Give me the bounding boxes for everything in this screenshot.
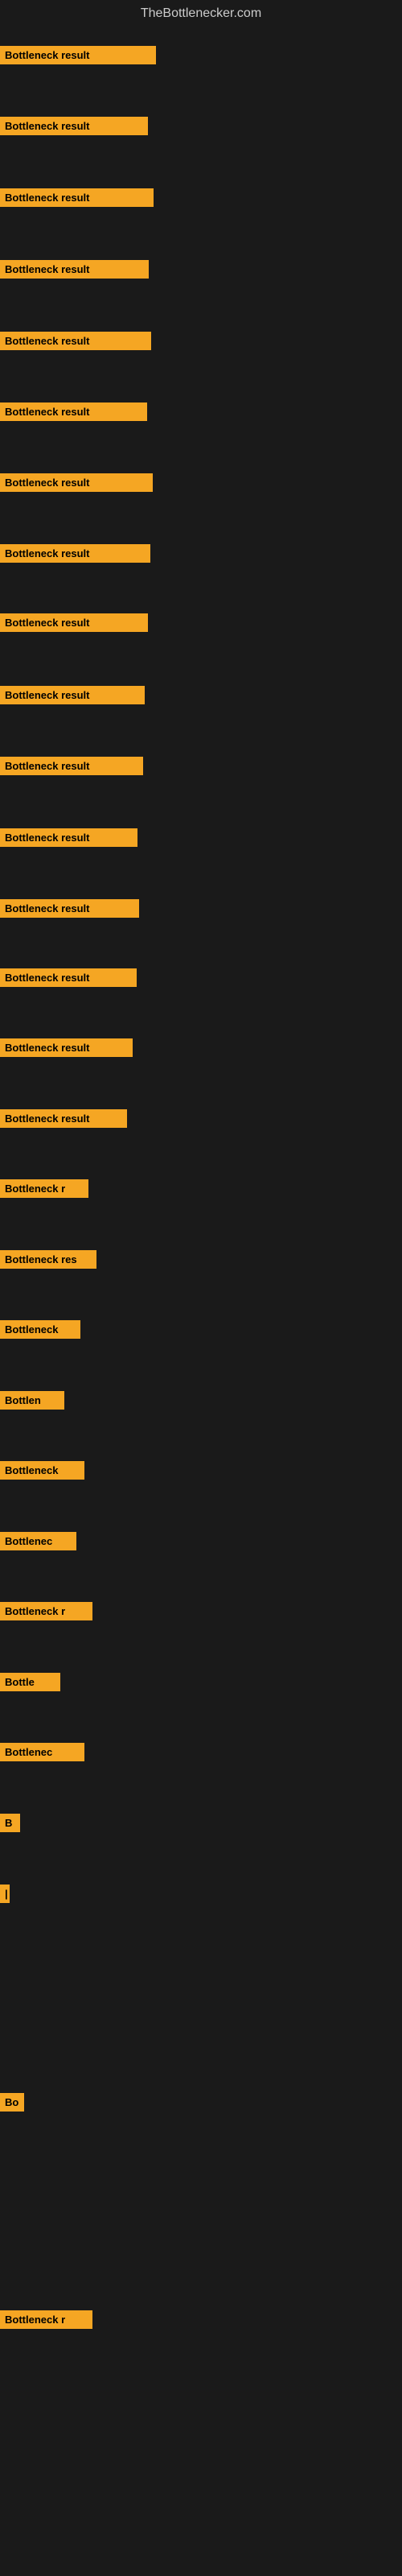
site-title: TheBottlenecker.com <box>0 0 402 27</box>
bottleneck-result-item: Bottleneck result <box>0 968 137 987</box>
bottleneck-result-item: Bottleneck result <box>0 260 149 279</box>
bottleneck-result-item: Bottleneck result <box>0 686 145 704</box>
bottleneck-result-item: Bottlenec <box>0 1532 76 1550</box>
bottleneck-result-item: Bottleneck result <box>0 402 147 421</box>
bottleneck-result-item: Bottleneck result <box>0 188 154 207</box>
bottleneck-result-item: Bottleneck result <box>0 544 150 563</box>
bottleneck-result-item: Bottleneck result <box>0 828 137 847</box>
bottleneck-result-item: Bottleneck result <box>0 473 153 492</box>
bottleneck-result-item: Bottleneck r <box>0 1179 88 1198</box>
bottleneck-result-item: Bottleneck result <box>0 332 151 350</box>
bottleneck-result-item: Bottleneck res <box>0 1250 96 1269</box>
bottleneck-result-item: Bottleneck <box>0 1461 84 1480</box>
bottleneck-result-item: Bottleneck result <box>0 117 148 135</box>
bottleneck-result-item: Bo <box>0 2093 24 2112</box>
bottleneck-result-item: Bottleneck result <box>0 46 156 64</box>
bottleneck-result-item: Bottleneck r <box>0 2310 92 2329</box>
bottleneck-result-item: | <box>0 1885 10 1903</box>
bottleneck-result-item: Bottleneck <box>0 1320 80 1339</box>
bottleneck-result-item: B <box>0 1814 20 1832</box>
bottleneck-result-item: Bottleneck result <box>0 757 143 775</box>
bottleneck-result-item: Bottleneck result <box>0 1109 127 1128</box>
bottleneck-result-item: Bottleneck r <box>0 1602 92 1620</box>
bottleneck-result-item: Bottlenec <box>0 1743 84 1761</box>
bottleneck-result-item: Bottle <box>0 1673 60 1691</box>
bottleneck-result-item: Bottlen <box>0 1391 64 1410</box>
bottleneck-result-item: Bottleneck result <box>0 1038 133 1057</box>
bottleneck-result-item: Bottleneck result <box>0 613 148 632</box>
bottleneck-result-item: Bottleneck result <box>0 899 139 918</box>
